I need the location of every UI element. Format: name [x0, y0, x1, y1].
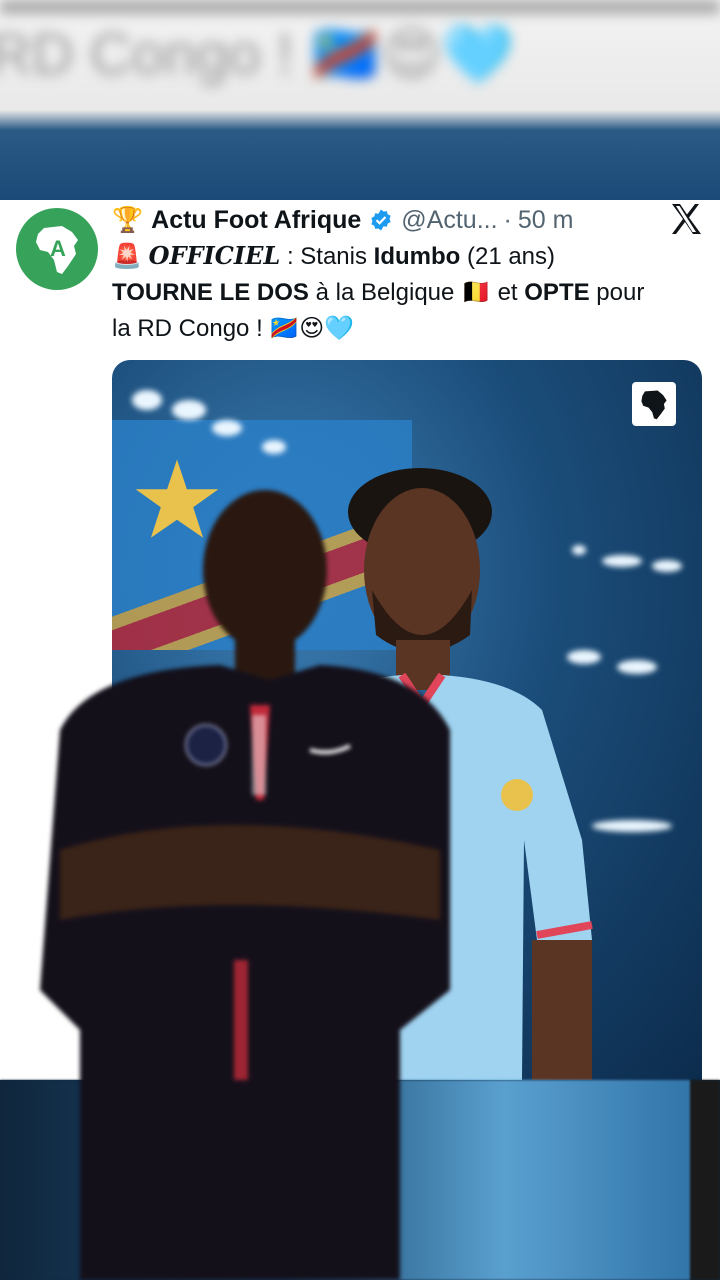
tweet-line-1: 🚨 OFFICIEL : Stanis Idumbo (21 ans) [112, 238, 712, 275]
stadium-light [592, 820, 672, 832]
x-logo-icon [670, 202, 702, 236]
tweet-line-2: TOURNE LE DOS à la Belgique 🇧🇪 et OPTE p… [112, 275, 712, 311]
dark-edge [690, 1080, 720, 1280]
africa-map-logo: A [24, 216, 90, 282]
tweet-body: 🚨 OFFICIEL : Stanis Idumbo (21 ans) TOUR… [112, 238, 712, 347]
line1-text-a: : Stanis [280, 243, 374, 270]
siren-emoji: 🚨 [112, 243, 142, 270]
official-label: OFFICIEL [148, 241, 281, 270]
verified-badge-icon [369, 208, 393, 232]
blurred-background-text: RD Congo ! 🇨🇩😍🩵 [0, 22, 515, 87]
account-avatar[interactable]: A [16, 208, 98, 290]
tweet-line-3: la RD Congo ! 🇨🇩😍🩵 [112, 315, 355, 342]
stadium-light [212, 420, 242, 436]
creator-overlay-person [40, 490, 450, 1280]
account-name[interactable]: Actu Foot Afrique [151, 206, 361, 235]
line2-bold-b: OPTE [524, 279, 590, 306]
line2-text-a: à la Belgique 🇧🇪 et [308, 279, 525, 306]
line2-text-b: pour [589, 279, 645, 306]
tweet-header: 🏆 Actu Foot Afrique @Actu... · 50 m [112, 202, 573, 238]
stadium-light [172, 400, 206, 420]
blurred-line [0, 0, 720, 14]
account-handle[interactable]: @Actu... [401, 206, 497, 235]
stadium-light [132, 390, 162, 410]
svg-text:A: A [50, 236, 66, 261]
africa-logo-icon [632, 382, 676, 426]
line1-text-b: (21 ans) [460, 243, 556, 270]
line2-bold-a: TOURNE LE DOS [112, 279, 309, 306]
stadium-light [262, 440, 286, 454]
player-name: Idumbo [373, 243, 461, 270]
tweet-timestamp[interactable]: 50 m [518, 206, 574, 235]
blurred-background-top: RD Congo ! 🇨🇩😍🩵 [0, 0, 720, 200]
separator-dot: · [503, 205, 512, 234]
trophy-emoji: 🏆 [112, 205, 144, 234]
stadium-light [602, 555, 642, 567]
stadium-light [617, 660, 657, 674]
stadium-light [652, 560, 682, 572]
